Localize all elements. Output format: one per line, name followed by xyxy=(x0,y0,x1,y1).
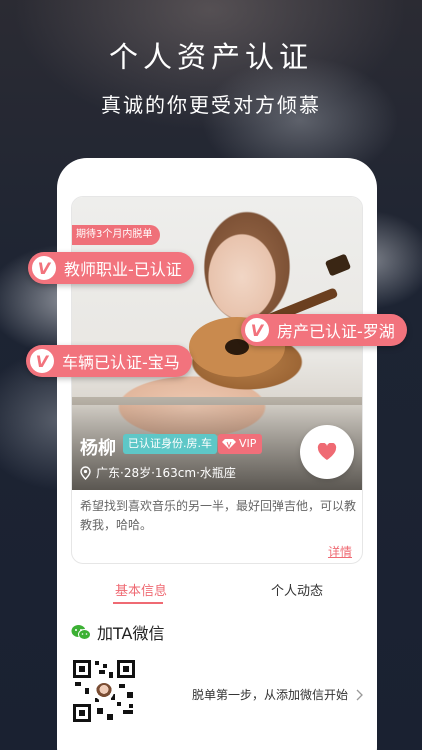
verified-badge: 已认证身份.房.车 xyxy=(123,434,217,454)
location-text: 广东·28岁·163cm·水瓶座 xyxy=(96,466,236,480)
wechat-label: 加TA微信 xyxy=(97,624,165,643)
verified-v-icon: V xyxy=(245,318,269,342)
heart-icon xyxy=(317,443,337,460)
qr-avatar xyxy=(94,681,114,701)
wait-tag: 期待3个月内脱单 xyxy=(72,225,161,245)
badge-vehicle-certified: V 车辆已认证-宝马 xyxy=(26,345,192,377)
detail-link[interactable]: 详情 xyxy=(328,543,352,560)
badge-label: 车辆已认证-宝马 xyxy=(62,353,180,372)
hero-title: 个人资产认证 xyxy=(108,40,313,74)
wechat-header: 加TA微信 xyxy=(71,620,164,644)
verified-v-icon: V xyxy=(32,256,56,280)
active-tab-indicator xyxy=(113,602,163,604)
verified-v-icon: V xyxy=(30,349,54,373)
phone-screen: 期待3个月内脱单 杨柳 已认证身份.房.车 VIP 广东·28岁·163cm·水… xyxy=(57,158,377,750)
tab-basic-info[interactable]: 基本信息 xyxy=(115,580,167,599)
vip-label: VIP xyxy=(239,437,257,450)
badge-teacher-certified: V 教师职业-已认证 xyxy=(28,252,194,284)
tab-moments[interactable]: 个人动态 xyxy=(271,580,323,599)
wechat-qr-code[interactable] xyxy=(71,658,137,724)
profile-bio: 希望找到喜欢音乐的另一半，最好回弹吉他，可以教教我，哈哈。 xyxy=(80,499,357,532)
wechat-cta[interactable]: 脱单第一步，从添加微信开始 xyxy=(192,686,363,703)
location-pin-icon xyxy=(80,465,91,480)
diamond-icon xyxy=(222,439,236,449)
vip-badge: VIP xyxy=(218,434,263,454)
wechat-icon xyxy=(71,624,91,640)
profile-tabs: 基本信息 个人动态 xyxy=(57,576,377,606)
hero-subtitle: 真诚的你更受对方倾慕 xyxy=(101,93,321,117)
wechat-cta-text: 脱单第一步，从添加微信开始 xyxy=(192,688,349,702)
location-row: 广东·28岁·163cm·水瓶座 xyxy=(80,464,236,481)
badge-property-certified: V 房产已认证-罗湖 xyxy=(241,314,407,346)
profile-name: 杨柳 xyxy=(80,438,116,459)
badge-label: 房产已认证-罗湖 xyxy=(277,322,395,341)
chevron-right-icon xyxy=(356,689,363,700)
badge-label: 教师职业-已认证 xyxy=(64,260,182,279)
like-button[interactable] xyxy=(300,425,354,479)
